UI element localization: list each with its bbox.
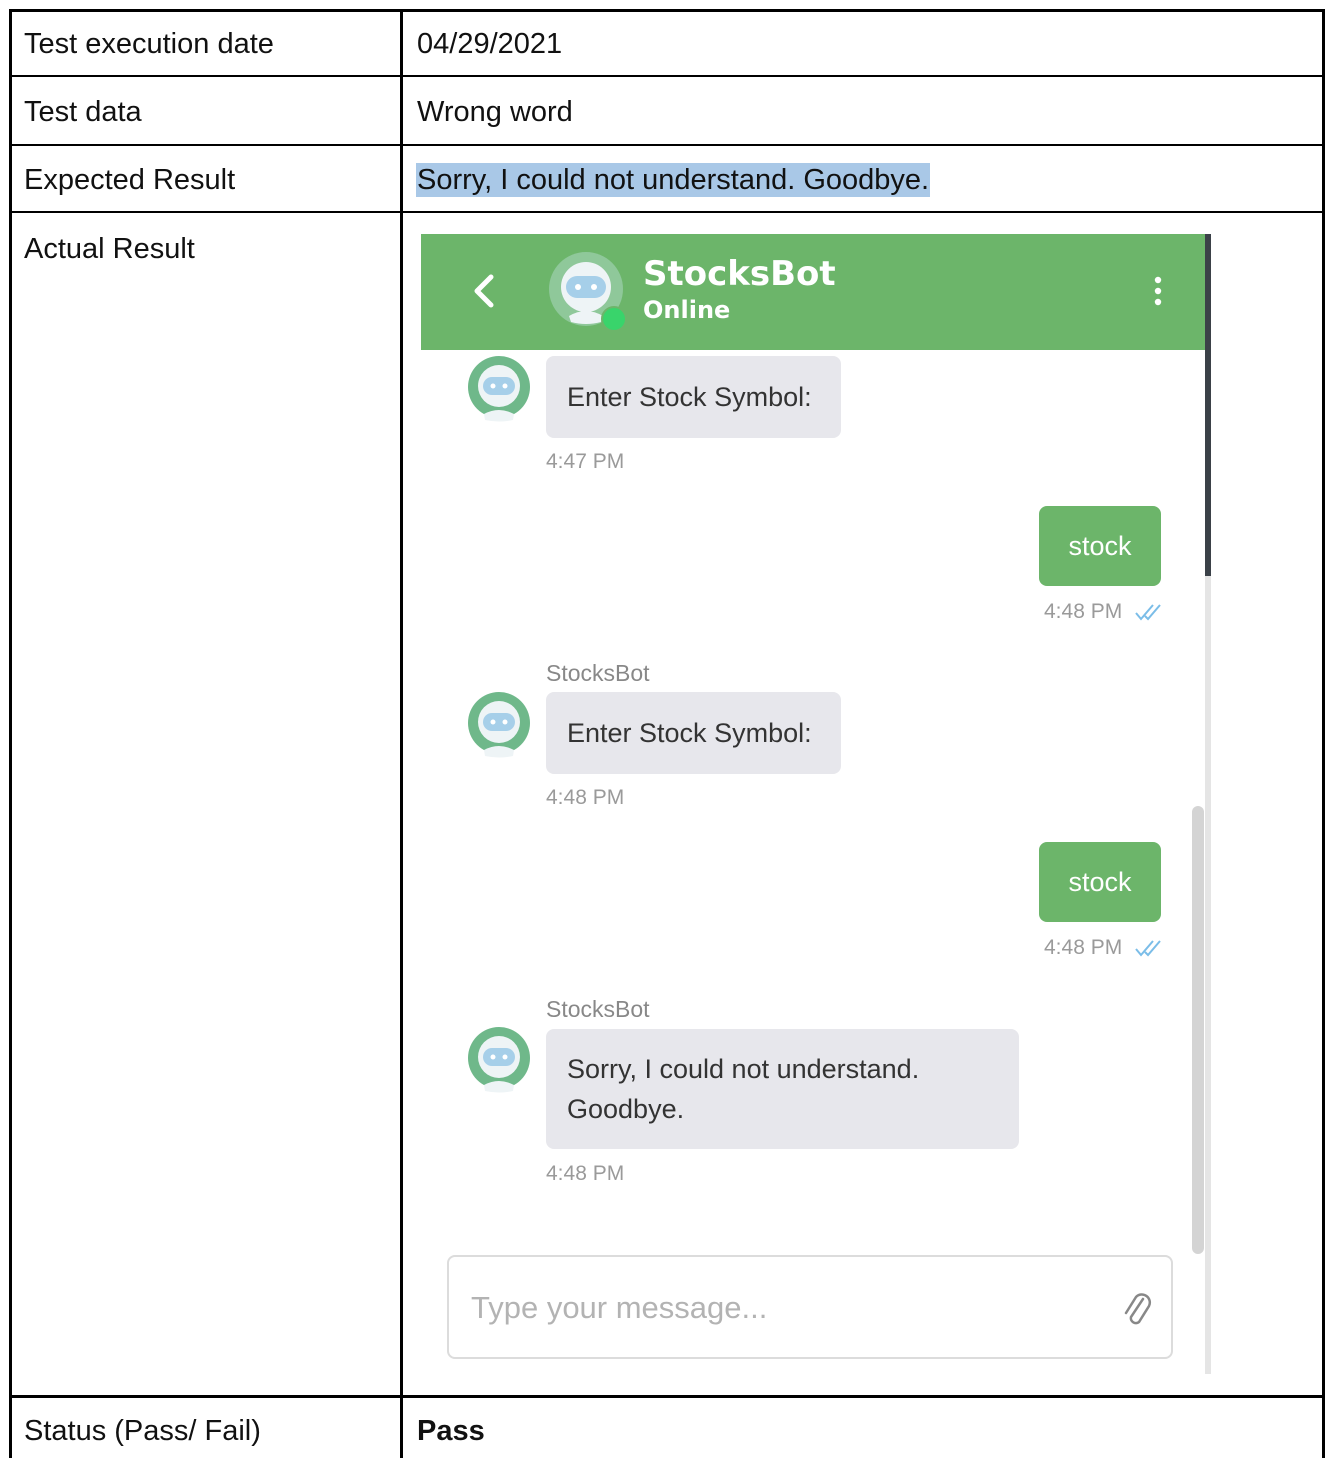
label-test-execution-date: Test execution date (24, 28, 274, 60)
bot-message-bubble: Sorry, I could not understand. Goodbye. (546, 1029, 1019, 1149)
robot-icon (468, 356, 530, 422)
online-indicator (601, 306, 627, 332)
message-composer (447, 1255, 1173, 1359)
chat-window: StocksBot Online Enter Stock Symbol: 4:4… (421, 234, 1211, 1374)
row-divider (9, 1395, 1325, 1398)
chat-scrollbar-thumb[interactable] (1192, 806, 1204, 1254)
message-input[interactable] (469, 1281, 1093, 1335)
chat-bot-name: StocksBot (643, 254, 836, 294)
value-status: Pass (417, 1415, 485, 1447)
bot-message-text-line: Goodbye. (567, 1094, 685, 1124)
robot-icon (468, 692, 530, 758)
label-actual-result: Actual Result (24, 233, 195, 265)
value-expected-result-wrap: Sorry, I could not understand. Goodbye. (416, 163, 931, 197)
bot-message-bubble: Enter Stock Symbol: (546, 692, 841, 774)
window-scrollbar[interactable] (1205, 234, 1211, 576)
value-expected-result: Sorry, I could not understand. Goodbye. (416, 163, 931, 197)
kebab-menu-icon[interactable] (1153, 276, 1163, 306)
robot-icon (468, 1027, 530, 1093)
double-check-icon (1135, 940, 1161, 958)
chat-header: StocksBot Online (421, 234, 1205, 350)
sender-name: StocksBot (546, 996, 650, 1022)
message-time-read: 4:48 PM (1044, 600, 1164, 624)
user-message-bubble: stock (1039, 842, 1161, 922)
user-message-bubble: stock (1039, 506, 1161, 586)
window-scrollbar-track (1205, 576, 1211, 1374)
bot-message-text-line: Sorry, I could not understand. (567, 1054, 920, 1084)
paperclip-icon[interactable] (1121, 1289, 1155, 1329)
user-message-text: stock (1068, 531, 1132, 561)
chat-bot-status: Online (643, 296, 731, 324)
message-time: 4:48 PM (1044, 600, 1123, 623)
row-divider (9, 144, 1325, 146)
label-test-data: Test data (24, 96, 142, 128)
sender-name: StocksBot (546, 660, 650, 686)
user-message-text: stock (1068, 867, 1132, 897)
bot-message-text: Enter Stock Symbol: (567, 718, 812, 748)
label-status: Status (Pass/ Fail) (24, 1415, 261, 1447)
message-time: 4:48 PM (546, 786, 625, 809)
value-test-data: Wrong word (417, 96, 573, 128)
table-border-left (9, 9, 12, 1458)
row-divider (9, 75, 1325, 77)
double-check-icon (1135, 604, 1161, 622)
message-time-read: 4:48 PM (1044, 936, 1164, 960)
row-divider (9, 211, 1325, 213)
label-expected-result: Expected Result (24, 164, 236, 196)
value-test-execution-date: 04/29/2021 (417, 28, 563, 60)
column-divider (400, 9, 403, 1458)
bot-message-bubble: Enter Stock Symbol: (546, 356, 841, 438)
message-time: 4:47 PM (546, 450, 625, 473)
message-time: 4:48 PM (1044, 936, 1123, 959)
table-border-top (9, 9, 1325, 12)
bot-message-text: Enter Stock Symbol: (567, 382, 812, 412)
chevron-left-icon[interactable] (471, 274, 497, 308)
message-time: 4:48 PM (546, 1162, 625, 1185)
